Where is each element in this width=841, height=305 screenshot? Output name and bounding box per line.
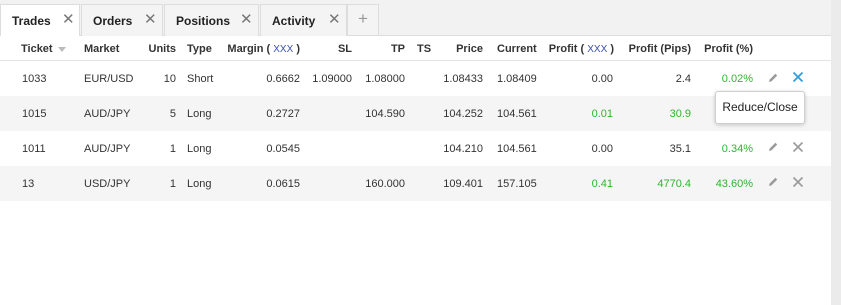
profit-pips-cell: 4770.4 [657, 178, 691, 190]
column-ts[interactable]: TS [417, 42, 431, 56]
ticket-cell: 1033 [22, 73, 47, 85]
price-cell: 104.252 [443, 108, 483, 120]
current-cell: 157.105 [497, 178, 537, 190]
column-sl[interactable]: SL [320, 42, 352, 56]
trades-panel: Trades ✕ Orders ✕ Positions ✕ Activity ✕… [0, 0, 831, 305]
reduce-close-tooltip: Reduce/Close [715, 91, 805, 124]
margin-cell: 0.2727 [266, 108, 300, 120]
sl-cell[interactable]: 1.09000 [300, 72, 352, 86]
column-label: Ticket [21, 43, 53, 55]
column-type[interactable]: Type [187, 42, 212, 56]
tab-label: Trades [12, 14, 51, 28]
tp-cell[interactable]: 104.590 [354, 107, 405, 121]
column-market[interactable]: Market [84, 42, 119, 56]
column-margin[interactable]: Margin ( XXX ) [214, 42, 300, 57]
tab-orders[interactable]: Orders ✕ [81, 4, 163, 36]
ticket-cell: 13 [22, 178, 35, 190]
profit-pips-cell: 2.4 [675, 73, 691, 85]
type-cell: Long [187, 178, 212, 190]
pencil-icon[interactable] [767, 72, 779, 84]
column-price[interactable]: Price [440, 42, 483, 56]
plus-icon[interactable]: + [347, 4, 379, 35]
table-row: 1033 EUR/USD 10 Short 0.6662 1.09000 1.0… [0, 61, 831, 96]
tab-label: Activity [272, 14, 316, 28]
column-profit-pct[interactable]: Profit (%) [690, 42, 753, 56]
column-label: Margin [227, 43, 264, 55]
price-cell: 1.08433 [443, 73, 483, 85]
close-icon[interactable] [792, 176, 804, 188]
market-cell: AUD/JPY [84, 143, 131, 155]
current-cell: 104.561 [497, 108, 537, 120]
tab-positions[interactable]: Positions ✕ [164, 4, 259, 36]
units-cell: 1 [169, 143, 176, 155]
sort-down-icon[interactable] [57, 46, 66, 52]
close-icon[interactable]: ✕ [62, 12, 75, 27]
profit-cell: 0.41 [591, 178, 613, 190]
close-icon[interactable]: ✕ [240, 12, 253, 27]
profit-pct-cell: 0.02% [721, 73, 753, 85]
pencil-icon[interactable] [767, 176, 779, 188]
price-cell: 109.401 [443, 178, 483, 190]
tab-trades[interactable]: Trades ✕ [0, 4, 80, 37]
currency-unit-link[interactable]: XXX [587, 44, 607, 55]
profit-pct-cell: 0.34% [721, 143, 753, 155]
market-cell: AUD/JPY [84, 108, 131, 120]
column-units[interactable]: Units [138, 42, 177, 56]
current-cell: 104.561 [497, 143, 537, 155]
column-tp[interactable]: TP [370, 42, 405, 56]
profit-cell: 0.01 [591, 108, 613, 120]
units-cell: 5 [169, 108, 176, 120]
margin-cell: 0.0545 [266, 143, 300, 155]
tab-activity[interactable]: Activity ✕ [260, 4, 347, 36]
market-cell: EUR/USD [84, 73, 134, 85]
close-icon[interactable]: ✕ [144, 12, 157, 27]
type-cell: Long [187, 143, 212, 155]
ticket-cell: 1011 [22, 143, 46, 155]
type-cell: Long [187, 108, 212, 120]
market-cell: USD/JPY [84, 178, 131, 190]
currency-unit-link[interactable]: XXX [273, 44, 293, 55]
price-cell: 104.210 [443, 143, 483, 155]
table-row: 13 USD/JPY 1 Long 0.0615 160.000 109.401… [0, 166, 831, 201]
profit-cell: 0.00 [591, 73, 613, 85]
tp-cell[interactable]: 160.000 [354, 177, 405, 191]
column-ticket[interactable]: Ticket [21, 42, 66, 56]
type-cell: Short [187, 73, 214, 85]
profit-cell: 0.00 [591, 143, 613, 155]
ticket-cell: 1015 [22, 108, 47, 120]
pencil-icon[interactable] [767, 141, 779, 153]
column-current[interactable]: Current [497, 42, 537, 56]
margin-cell: 0.6662 [266, 73, 300, 85]
units-cell: 1 [169, 178, 176, 190]
close-icon[interactable] [792, 71, 804, 83]
tab-bar: Trades ✕ Orders ✕ Positions ✕ Activity ✕… [0, 0, 831, 37]
current-cell: 1.08409 [497, 73, 537, 85]
profit-pips-cell: 35.1 [669, 143, 691, 155]
profit-pct-cell: 43.60% [715, 178, 753, 190]
units-cell: 10 [163, 73, 176, 85]
column-profit-pips[interactable]: Profit (Pips) [620, 42, 691, 56]
close-icon[interactable]: ✕ [328, 12, 341, 27]
table-row: 1011 AUD/JPY 1 Long 0.0545 104.210 104.5… [0, 131, 831, 166]
table-header: Ticket Market Units Type Margin ( XXX ) … [0, 36, 831, 61]
margin-cell: 0.0615 [266, 178, 300, 190]
profit-pips-cell: 30.9 [669, 108, 691, 120]
tp-cell[interactable]: 1.08000 [354, 72, 405, 86]
column-profit[interactable]: Profit ( XXX ) [540, 42, 614, 57]
close-icon[interactable] [792, 141, 804, 153]
tab-label: Positions [176, 14, 231, 28]
tab-label: Orders [93, 14, 133, 28]
table-row: 1015 AUD/JPY 5 Long 0.2727 104.590 104.2… [0, 96, 831, 131]
column-label: Profit [548, 43, 578, 55]
